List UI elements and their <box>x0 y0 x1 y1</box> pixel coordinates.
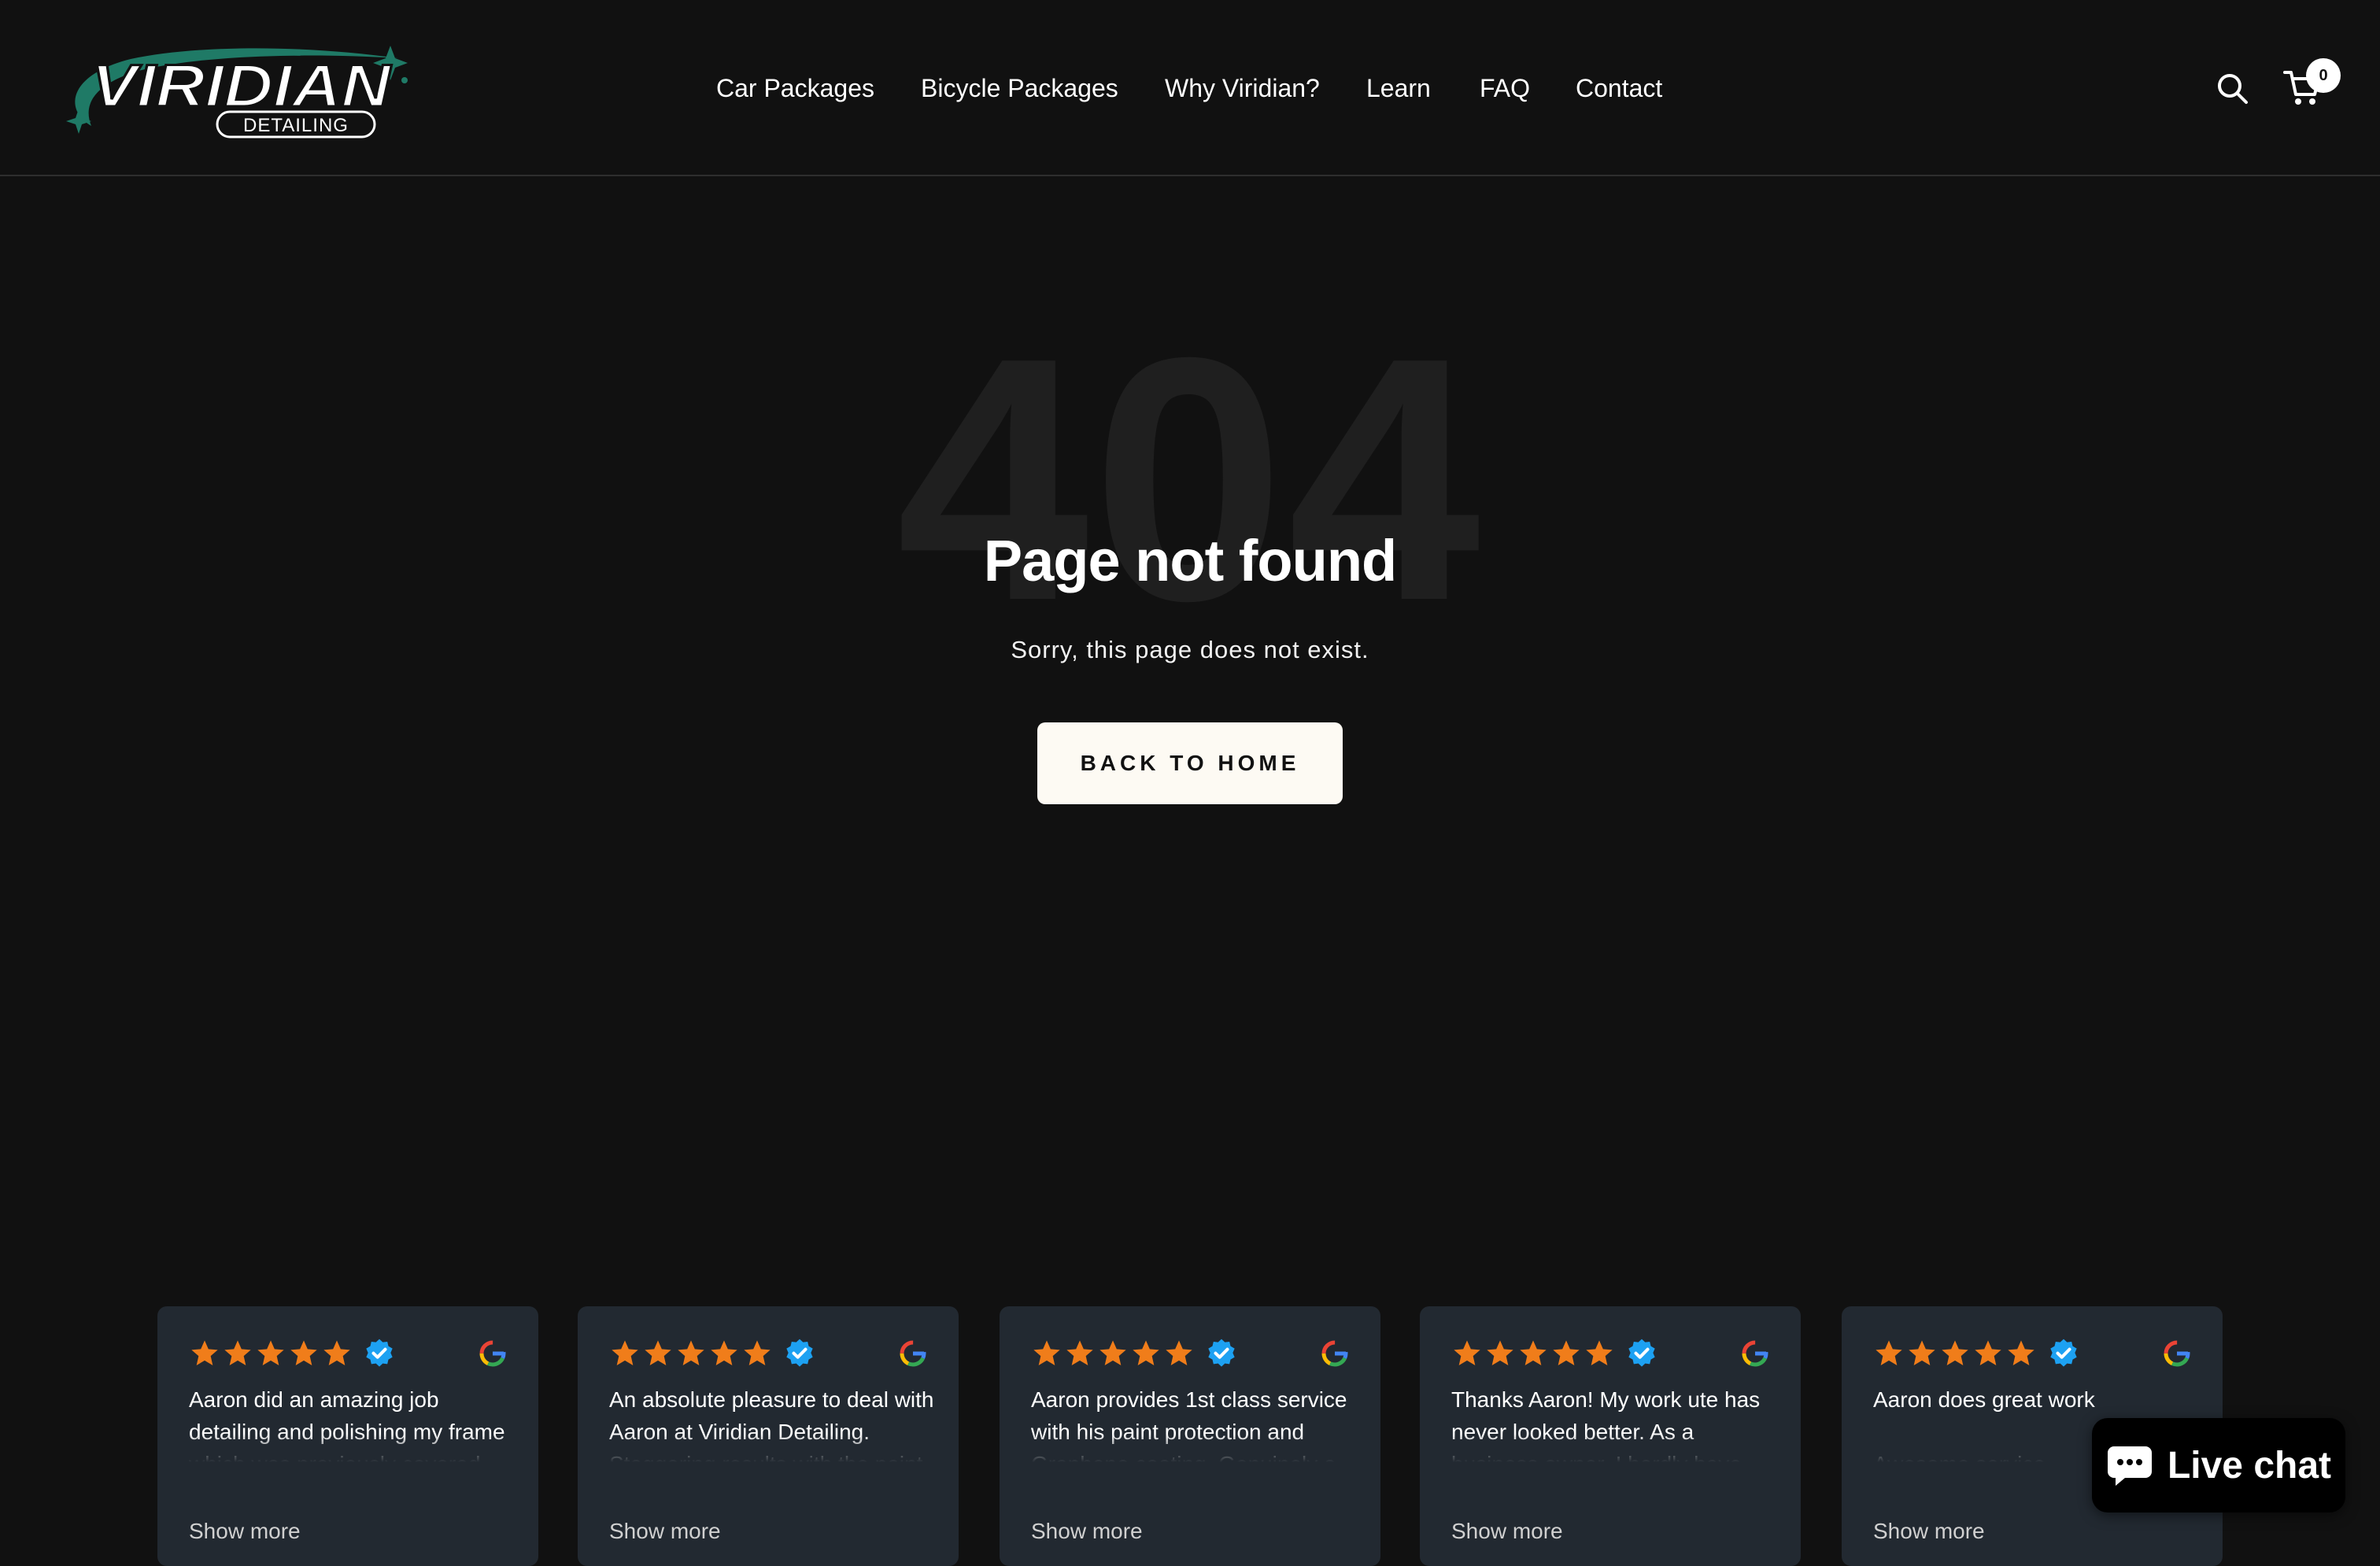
verified-badge-icon <box>786 1339 813 1367</box>
star-icon <box>1876 1340 1902 1365</box>
review-text: Aaron provides 1st class service with hi… <box>1031 1383 1362 1462</box>
review-text: Thanks Aaron! My work ute has never look… <box>1451 1383 1782 1462</box>
star-icon <box>612 1340 638 1365</box>
star-rating <box>1873 1338 2038 1369</box>
review-card: Thanks Aaron! My work ute has never look… <box>1420 1306 1801 1566</box>
star-icon <box>1975 1340 2001 1365</box>
star-icon <box>1909 1340 1935 1365</box>
star-icon <box>1487 1340 1513 1365</box>
google-icon <box>1742 1340 1768 1367</box>
star-icon <box>1133 1340 1159 1365</box>
star-icon <box>711 1340 737 1365</box>
google-icon <box>2164 1340 2190 1367</box>
star-icon <box>1066 1340 1093 1365</box>
star-icon <box>1942 1340 1968 1365</box>
show-more-link[interactable]: Show more <box>189 1517 301 1546</box>
star-icon <box>1454 1340 1480 1365</box>
star-icon <box>1099 1340 1126 1365</box>
show-more-link[interactable]: Show more <box>1031 1517 1143 1546</box>
nav-car-packages[interactable]: Car Packages <box>716 69 874 107</box>
nav-learn[interactable]: Learn <box>1366 69 1431 107</box>
logo-subtitle: DETAILING <box>243 115 349 136</box>
review-text: Aaron did an amazing job detailing and p… <box>189 1383 519 1462</box>
star-icon <box>2008 1340 2034 1365</box>
main-nav: Car Packages Bicycle Packages Why Viridi… <box>0 69 2380 107</box>
verified-badge-icon <box>2050 1339 2077 1367</box>
google-icon <box>1321 1340 1348 1367</box>
show-more-link[interactable]: Show more <box>1873 1517 1985 1546</box>
live-chat-button[interactable]: Live chat <box>2092 1418 2345 1512</box>
back-to-home-button[interactable]: BACK TO HOME <box>1037 722 1343 804</box>
star-rating <box>1031 1338 1196 1369</box>
show-more-link[interactable]: Show more <box>609 1517 721 1546</box>
review-card: An absolute pleasure to deal with Aaron … <box>578 1306 959 1566</box>
star-rating <box>1451 1338 1617 1369</box>
nav-why-viridian[interactable]: Why Viridian? <box>1165 69 1320 107</box>
star-icon <box>1520 1340 1547 1365</box>
verified-badge-icon <box>1208 1339 1235 1367</box>
verified-badge-icon <box>366 1339 393 1367</box>
nav-faq[interactable]: FAQ <box>1480 69 1530 107</box>
star-icon <box>1553 1340 1580 1365</box>
search-icon[interactable] <box>2215 71 2249 105</box>
star-icon <box>744 1340 771 1365</box>
google-icon <box>479 1340 506 1367</box>
star-icon <box>191 1340 218 1365</box>
show-more-link[interactable]: Show more <box>1451 1517 1563 1546</box>
star-rating <box>189 1338 354 1369</box>
review-card: Aaron did an amazing job detailing and p… <box>157 1306 538 1566</box>
cart-count-badge: 0 <box>2306 58 2341 93</box>
star-icon <box>645 1340 671 1365</box>
page-title: Page not found <box>983 528 1398 593</box>
review-card: Aaron provides 1st class service with hi… <box>1000 1306 1380 1566</box>
page-subtitle: Sorry, this page does not exist. <box>1011 636 1369 663</box>
verified-badge-icon <box>1628 1339 1655 1367</box>
google-icon <box>900 1340 926 1367</box>
star-icon <box>257 1340 284 1365</box>
star-icon <box>224 1340 251 1365</box>
site-header: VIRIDIAN DETAILING Car Packages Bicycle … <box>0 0 2380 176</box>
star-icon <box>323 1340 350 1365</box>
star-icon <box>1586 1340 1613 1365</box>
nav-contact[interactable]: Contact <box>1576 69 1662 107</box>
review-text: An absolute pleasure to deal with Aaron … <box>609 1383 940 1462</box>
star-icon <box>290 1340 317 1365</box>
star-icon <box>1033 1340 1060 1365</box>
star-icon <box>678 1340 704 1365</box>
nav-bicycle-packages[interactable]: Bicycle Packages <box>921 69 1118 107</box>
star-rating <box>609 1338 774 1369</box>
chat-bubble-icon <box>2107 1446 2152 1486</box>
star-icon <box>1166 1340 1192 1365</box>
live-chat-label: Live chat <box>2167 1444 2332 1487</box>
